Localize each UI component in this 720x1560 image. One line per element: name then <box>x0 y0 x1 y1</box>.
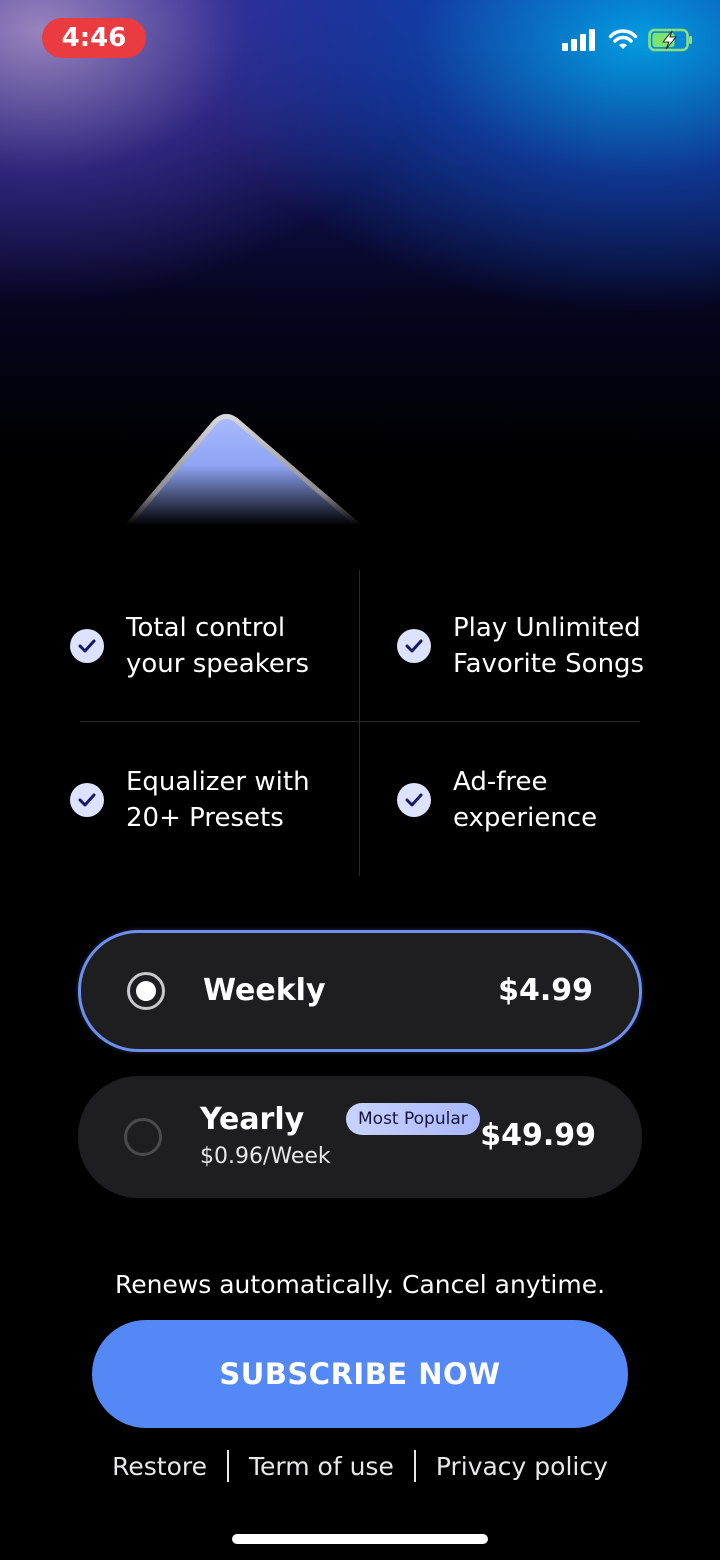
most-popular-badge: Most Popular <box>346 1103 480 1135</box>
status-icons <box>562 28 694 52</box>
plan-weekly[interactable]: Weekly $4.99 <box>78 930 642 1052</box>
check-icon <box>397 783 431 817</box>
subscribe-button[interactable]: SUBSCRIBE NOW <box>92 1320 628 1428</box>
renew-notice: Renews automatically. Cancel anytime. <box>114 1270 606 1299</box>
terms-link[interactable]: Term of use <box>249 1452 394 1481</box>
radio-selected[interactable] <box>127 972 165 1010</box>
home-indicator <box>232 1534 488 1544</box>
plan-price: $4.99 <box>498 973 593 1008</box>
privacy-link[interactable]: Privacy policy <box>436 1452 608 1481</box>
speaker-graphic <box>125 414 361 528</box>
check-icon <box>397 629 431 663</box>
feature-text: Ad-free experience <box>453 767 598 833</box>
plan-price: $49.99 <box>480 1118 596 1153</box>
check-icon <box>70 629 104 663</box>
feature-item: Ad-free experience <box>397 764 597 836</box>
link-separator <box>226 1450 229 1482</box>
status-time: 4:46 <box>42 18 146 58</box>
cellular-signal-icon <box>562 29 595 51</box>
plan-name: Yearly <box>200 1102 305 1137</box>
footer-links: Restore Term of use Privacy policy <box>0 1450 720 1482</box>
feature-text: Equalizer with 20+ Presets <box>126 767 310 833</box>
plan-yearly[interactable]: Yearly Most Popular $0.96/Week $49.99 <box>78 1076 642 1198</box>
wifi-icon <box>608 29 638 49</box>
plan-name: Weekly <box>203 973 326 1008</box>
check-icon <box>70 783 104 817</box>
features-grid: Total control your speakers Play Unlimit… <box>0 570 720 876</box>
vertical-divider <box>359 570 360 876</box>
horizontal-divider <box>80 721 640 722</box>
battery-charging-icon <box>648 28 692 52</box>
feature-text: Total control your speakers <box>126 613 310 679</box>
feature-item: Equalizer with 20+ Presets <box>70 764 310 836</box>
restore-link[interactable]: Restore <box>112 1452 207 1481</box>
status-bar: 4:46 <box>0 0 720 80</box>
radio-unselected[interactable] <box>124 1118 162 1156</box>
feature-text: Play Unlimited Favorite Songs <box>453 613 645 679</box>
feature-item: Total control your speakers <box>70 610 309 682</box>
link-separator <box>413 1450 416 1482</box>
plan-subtitle: $0.96/Week <box>200 1144 331 1169</box>
feature-item: Play Unlimited Favorite Songs <box>397 610 644 682</box>
